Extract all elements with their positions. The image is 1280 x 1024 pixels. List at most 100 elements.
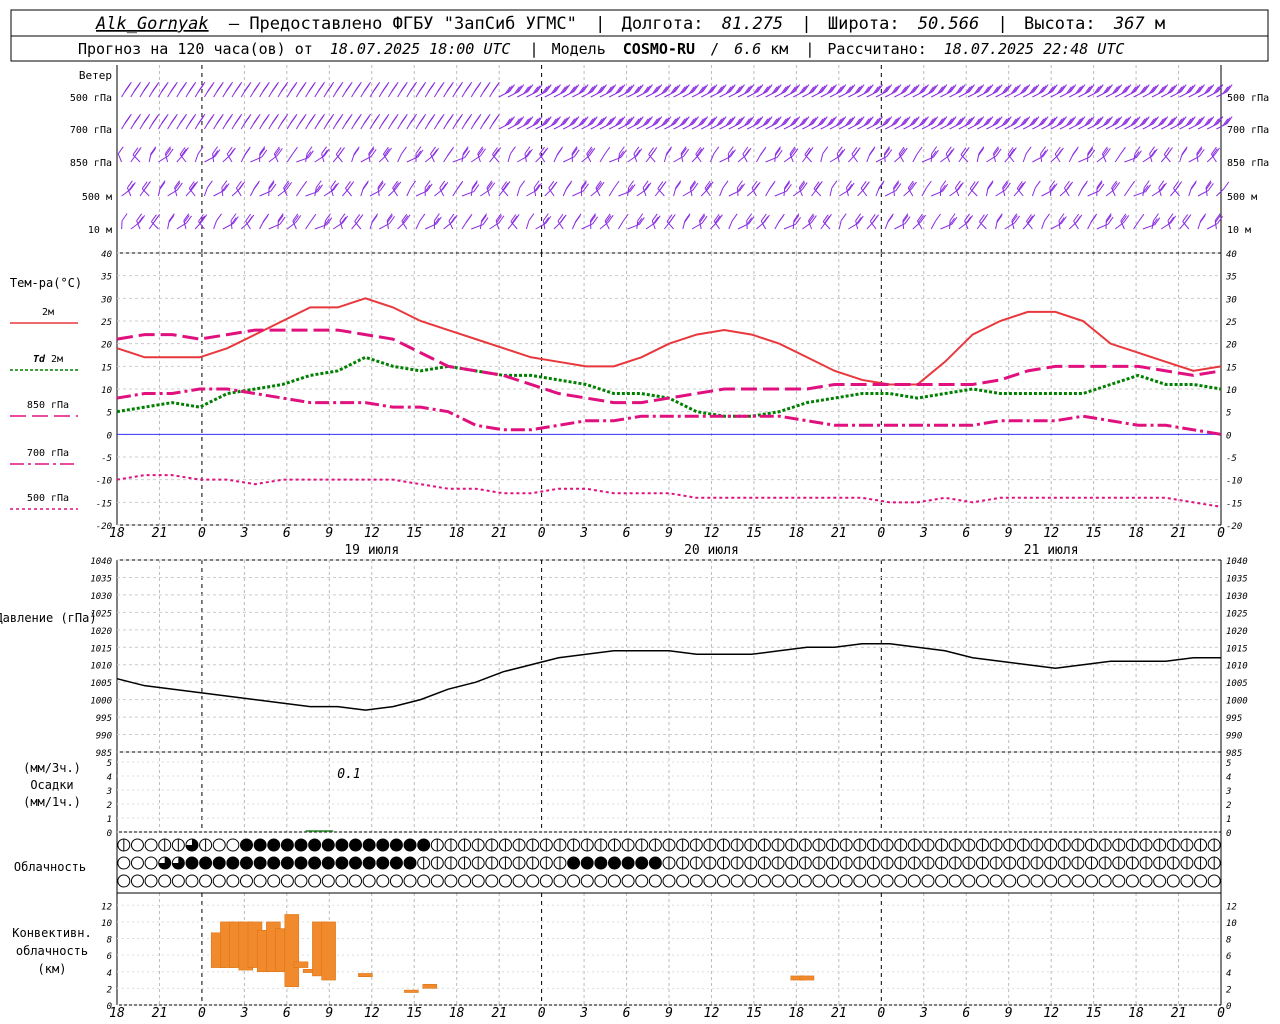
precip-ytick-left: 1 xyxy=(107,815,112,825)
wind-barb-flag xyxy=(306,146,313,154)
wind-barb xyxy=(360,149,377,163)
wind-barb-shaft xyxy=(608,187,615,197)
wind-barb xyxy=(434,182,449,197)
wind-barb xyxy=(595,180,603,197)
cloud-cell xyxy=(430,874,444,888)
cloud-cell xyxy=(1139,856,1153,870)
time-tick-label: 0 xyxy=(877,526,885,541)
cloud-circle xyxy=(267,874,281,888)
temp-legend-name: Td xyxy=(33,354,46,365)
cloud-circle xyxy=(962,874,976,888)
cloud-circle xyxy=(417,874,431,888)
wind-barb-flag xyxy=(775,146,781,154)
cloud-cell xyxy=(567,874,581,888)
temp-ytick-right: -5 xyxy=(1226,454,1237,464)
cloud-cell xyxy=(948,838,962,852)
wind-barb-flag xyxy=(958,182,964,190)
wind-barb-shaft xyxy=(969,188,978,197)
cloud-cell xyxy=(866,838,880,852)
time-tick-label: 12 xyxy=(364,526,380,541)
cloud-cell xyxy=(757,838,771,852)
wind-barb-shaft xyxy=(132,154,141,163)
wind-barb-shaft xyxy=(378,154,387,163)
wind-barb xyxy=(967,180,979,197)
cloud-cell xyxy=(921,838,935,852)
wind-barb xyxy=(250,149,268,163)
wind-barb-shaft xyxy=(657,188,665,197)
cloud-circle xyxy=(321,874,335,888)
cloud-cell xyxy=(648,838,662,852)
wind-barb-flag xyxy=(978,146,985,154)
cloud-circle xyxy=(130,838,144,852)
wind-barb xyxy=(866,214,879,230)
wind-barb xyxy=(397,113,408,130)
precip-ylabel-line: (мм/3ч.) xyxy=(23,761,81,775)
cloud-cell xyxy=(498,874,512,888)
cloud-cell xyxy=(458,856,472,870)
cloud-overcast xyxy=(594,857,607,869)
wind-barb-flag xyxy=(683,148,690,157)
press-ytick-left: 1020 xyxy=(90,627,112,637)
wind-barb xyxy=(848,147,861,163)
wind-barb xyxy=(461,113,473,130)
cloud-cell xyxy=(1085,856,1099,870)
wind-barb xyxy=(586,146,593,163)
cloud-circle xyxy=(826,874,840,888)
cloud-cell xyxy=(403,874,417,888)
wind-barb xyxy=(992,146,1000,163)
wind-barb xyxy=(572,183,589,197)
cloud-cell xyxy=(1112,838,1126,852)
day-label: 19 июля xyxy=(344,543,399,558)
cloud-cell xyxy=(1057,838,1071,852)
wind-barb xyxy=(765,180,776,197)
cloud-cell xyxy=(676,856,690,870)
cloud-cell xyxy=(1016,874,1030,888)
cloud-circle xyxy=(389,874,403,888)
wind-barb xyxy=(369,213,379,230)
wind-barb xyxy=(249,81,261,98)
cloud-cell xyxy=(826,874,840,888)
wind-barb xyxy=(240,214,255,230)
cloud-cell xyxy=(471,856,485,870)
temp-ytick-right: -15 xyxy=(1226,499,1242,509)
cloud-cell xyxy=(921,856,935,870)
wind-barb-flag xyxy=(480,148,486,157)
precip-ytick-right: 5 xyxy=(1226,759,1231,769)
cloud-overcast xyxy=(281,857,294,869)
wind-barb xyxy=(820,146,829,163)
wind-barb-flag xyxy=(280,116,287,125)
wind-barb-shaft xyxy=(960,154,969,163)
cloud-cell xyxy=(444,856,458,870)
wind-barb-flag xyxy=(298,84,305,93)
cloud-circle xyxy=(1085,874,1099,888)
time-tick-label: 9 xyxy=(665,1006,673,1021)
wind-barb-flag xyxy=(197,146,204,155)
wind-barb xyxy=(240,146,251,163)
forecast-prefix: Прогноз на 120 часа(ов) от xyxy=(78,40,313,58)
wind-barb-shaft xyxy=(213,220,217,230)
wind-barb xyxy=(360,113,371,130)
wind-barb-shaft xyxy=(691,154,700,163)
time-tick-label: 21 xyxy=(152,526,168,541)
time-tick-label: 6 xyxy=(623,526,631,541)
wind-barb-flag xyxy=(176,182,183,191)
cloud-cell xyxy=(785,838,799,852)
cloud-overcast xyxy=(254,839,267,851)
wind-barb xyxy=(857,181,870,197)
wind-barb-flag xyxy=(362,182,369,190)
wind-barb-flag xyxy=(492,84,498,93)
cloud-circle xyxy=(580,874,594,888)
meteogram: Alk_Gornyak – Предоставлено ФГБУ "ЗапСиб… xyxy=(0,9,1269,1021)
cloud-circle xyxy=(744,874,758,888)
lon-value: 81.275 xyxy=(722,14,783,34)
wind-level-label-right: 700 гПа xyxy=(1227,125,1269,136)
conv-bar xyxy=(422,983,438,989)
wind-barb-flag xyxy=(289,84,296,93)
wind-barb xyxy=(121,81,132,98)
wind-barb-flag xyxy=(1153,213,1159,221)
cloud-cell xyxy=(1030,874,1044,888)
wind-barb-flag xyxy=(234,84,241,93)
cloud-circle xyxy=(1180,874,1194,888)
wind-barb xyxy=(268,81,279,98)
time-tick-label: 12 xyxy=(364,1006,380,1021)
